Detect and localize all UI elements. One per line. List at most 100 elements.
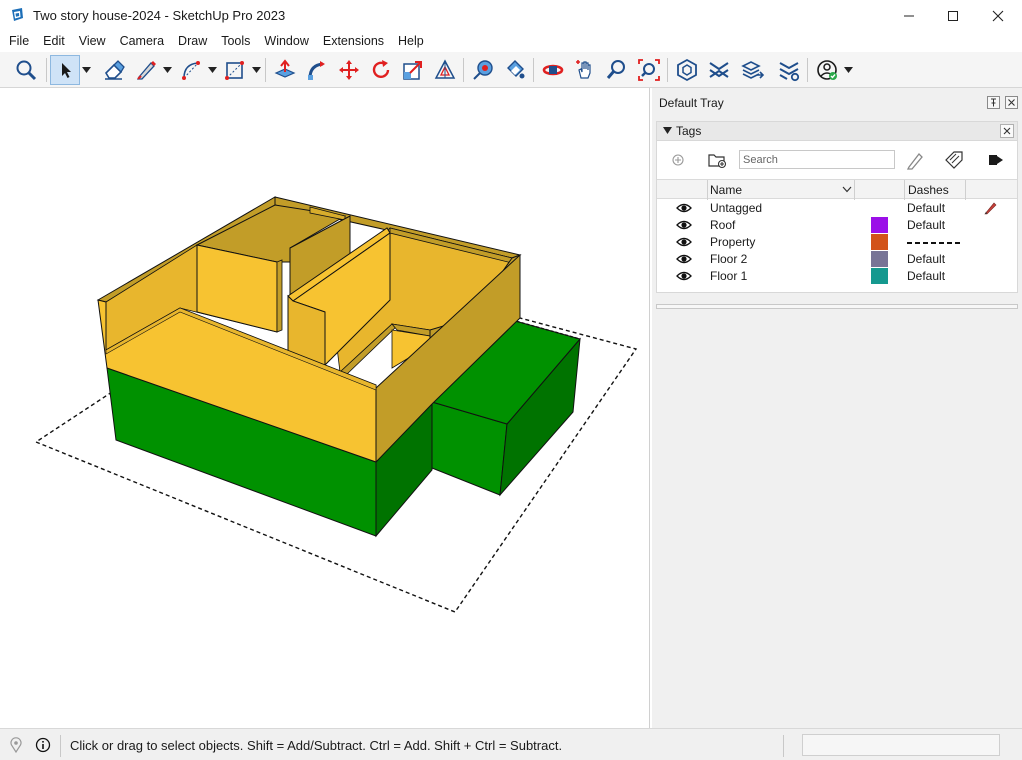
tag-row-roof[interactable]: Roof Default — [657, 217, 1017, 234]
menu-extensions[interactable]: Extensions — [316, 31, 391, 52]
tags-panel-header[interactable]: Tags — [657, 122, 1017, 141]
tag-color-swatch[interactable] — [871, 268, 888, 284]
tag-color-swatch[interactable] — [871, 217, 888, 233]
eraser-tool-button[interactable] — [99, 55, 129, 85]
tray-panel-resizer[interactable] — [656, 304, 1018, 309]
chevron-down-icon[interactable] — [842, 186, 852, 193]
orbit-tool-button[interactable] — [538, 55, 568, 85]
account-icon — [817, 60, 837, 80]
scale-icon — [403, 61, 422, 80]
close-icon — [1008, 99, 1015, 106]
zoom-tool-button[interactable] — [602, 55, 632, 85]
tag-details-button[interactable] — [983, 149, 1007, 171]
tags-panel: Tags Name — [656, 121, 1018, 293]
tag-row-floor-2[interactable]: Floor 2 Default — [657, 251, 1017, 268]
account-button[interactable] — [812, 55, 842, 85]
tray-close-button[interactable] — [1005, 96, 1018, 109]
rectangle-tool-button[interactable] — [220, 55, 250, 85]
tag-row-untagged[interactable]: Untagged Default — [657, 200, 1017, 217]
dashed-line-style-icon[interactable] — [907, 242, 963, 244]
minimize-button[interactable] — [886, 0, 932, 31]
extension-manager-button[interactable] — [774, 55, 804, 85]
add-tag-folder-button[interactable] — [705, 149, 729, 171]
tray-pin-button[interactable] — [987, 96, 1000, 109]
tag-color-swatch[interactable] — [871, 234, 888, 250]
model-viewport[interactable] — [0, 88, 650, 728]
move-icon — [339, 60, 359, 80]
zoom-icon — [606, 60, 625, 79]
menu-bar: File Edit View Camera Draw Tools Window … — [0, 31, 1022, 52]
menu-edit[interactable]: Edit — [36, 31, 72, 52]
menu-camera[interactable]: Camera — [113, 31, 171, 52]
caret-down-icon[interactable] — [663, 126, 672, 135]
arc-tool-button[interactable] — [176, 55, 206, 85]
pencil-icon[interactable] — [983, 201, 997, 215]
extension-warehouse-button[interactable] — [704, 55, 734, 85]
maximize-button[interactable] — [930, 0, 976, 31]
account-dropdown-button[interactable] — [842, 55, 854, 85]
tape-measure-tool-button[interactable] — [468, 55, 498, 85]
tags-search-input[interactable] — [739, 150, 895, 169]
arc-dropdown-button[interactable] — [206, 55, 218, 85]
menu-help[interactable]: Help — [391, 31, 431, 52]
menu-tools[interactable]: Tools — [214, 31, 257, 52]
move-tool-button[interactable] — [334, 55, 364, 85]
eye-icon[interactable] — [676, 219, 692, 231]
select-dropdown-button[interactable] — [80, 55, 92, 85]
tag-row-property[interactable]: Property — [657, 234, 1017, 251]
geo-location-icon[interactable] — [8, 737, 24, 753]
push-pull-tool-button[interactable] — [270, 55, 300, 85]
paint-bucket-tool-button[interactable] — [500, 55, 530, 85]
folder-add-icon — [708, 154, 727, 169]
toolbar-separator — [463, 58, 464, 82]
search-tool-button[interactable] — [11, 55, 41, 85]
line-dropdown-button[interactable] — [161, 55, 173, 85]
menu-file[interactable]: File — [2, 31, 36, 52]
3d-warehouse-button[interactable] — [672, 55, 702, 85]
info-icon[interactable] — [35, 737, 51, 753]
house-model-drawing[interactable] — [0, 88, 650, 728]
tag-dashes[interactable]: Default — [907, 201, 945, 215]
menu-view[interactable]: View — [72, 31, 113, 52]
color-by-tag-button[interactable] — [943, 149, 967, 171]
line-tool-button[interactable] — [131, 55, 161, 85]
rectangle-dropdown-button[interactable] — [250, 55, 262, 85]
tags-panel-close-button[interactable] — [1000, 124, 1014, 138]
tag-color-swatch[interactable] — [871, 251, 888, 267]
status-bar: Click or drag to select objects. Shift =… — [0, 728, 1022, 760]
pan-tool-button[interactable] — [570, 55, 600, 85]
follow-me-tool-button[interactable] — [302, 55, 332, 85]
eye-icon[interactable] — [676, 270, 692, 282]
scale-tool-button[interactable] — [398, 55, 428, 85]
menu-draw[interactable]: Draw — [171, 31, 214, 52]
tag-row-floor-1[interactable]: Floor 1 Default — [657, 268, 1017, 285]
tray-title: Default Tray — [659, 96, 724, 110]
offset-tool-button[interactable] — [430, 55, 460, 85]
column-header-dashes[interactable]: Dashes — [908, 183, 949, 197]
eye-icon[interactable] — [676, 202, 692, 214]
tag-dashes[interactable]: Default — [907, 252, 945, 266]
rotate-tool-button[interactable] — [366, 55, 396, 85]
tags-table-header: Name Dashes — [657, 179, 1017, 200]
color-tags-icon — [945, 151, 963, 169]
close-icon — [1003, 127, 1011, 135]
eye-icon[interactable] — [676, 236, 692, 248]
tag-dashes[interactable]: Default — [907, 269, 945, 283]
tag-dashes[interactable]: Default — [907, 218, 945, 232]
status-separator — [783, 735, 784, 757]
menu-window[interactable]: Window — [257, 31, 315, 52]
chevron-down-icon — [251, 67, 261, 73]
send-to-layout-button[interactable] — [738, 55, 768, 85]
chevron-down-icon — [843, 67, 853, 73]
tags-panel-title: Tags — [676, 124, 702, 138]
tag-tool-button[interactable] — [903, 149, 927, 171]
measurements-box[interactable] — [802, 734, 1000, 756]
column-header-name[interactable]: Name — [710, 183, 742, 197]
add-tag-button[interactable] — [666, 149, 690, 171]
zoom-extents-tool-button[interactable] — [634, 55, 664, 85]
default-tray: Default Tray Tags Search Name Dashes Unt… — [652, 88, 1022, 728]
minimize-icon — [904, 15, 914, 16]
select-tool-button[interactable] — [50, 55, 80, 85]
eye-icon[interactable] — [676, 253, 692, 265]
close-button[interactable] — [975, 0, 1021, 31]
